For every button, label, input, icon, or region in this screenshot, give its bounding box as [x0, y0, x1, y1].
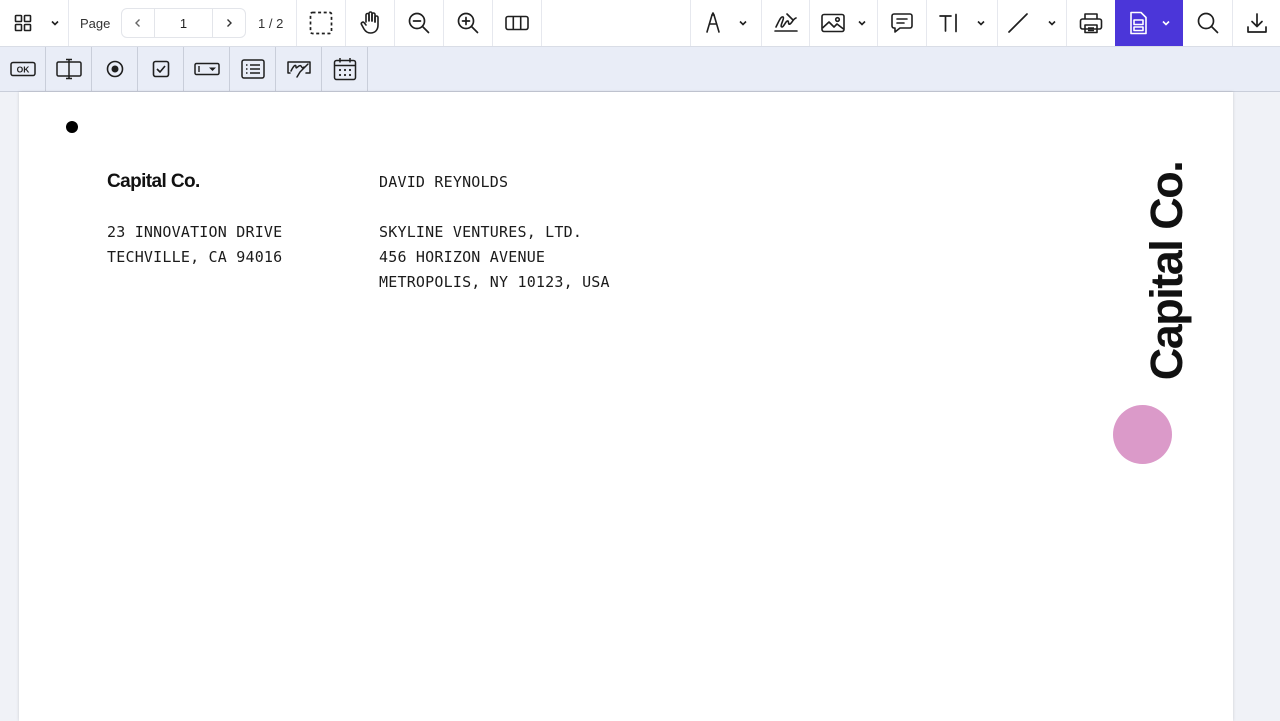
chevron-left-icon: [135, 19, 140, 27]
previous-page-button[interactable]: [121, 8, 155, 38]
checkbox-tool[interactable]: [138, 47, 184, 91]
signature-button[interactable]: [762, 0, 809, 46]
grid-view-icon: [14, 14, 32, 32]
form-edit-icon: [1129, 11, 1147, 35]
text-field-tool[interactable]: [46, 47, 92, 91]
main-toolbar: Page 1 / 2: [0, 0, 1280, 47]
date-field-tool[interactable]: [322, 47, 368, 91]
bullet-marker: [66, 121, 78, 133]
dropdown-field-tool[interactable]: [184, 47, 230, 91]
two-page-view-button[interactable]: [493, 0, 541, 46]
page-count: 1 / 2: [258, 16, 284, 31]
search-icon: [1197, 12, 1219, 34]
page-number-input[interactable]: [155, 8, 212, 38]
recipient-name: DAVID REYNOLDS: [379, 173, 509, 191]
date-field-icon: [333, 58, 356, 81]
comment-button[interactable]: [878, 0, 926, 46]
recipient-company: SKYLINE VENTURES, LTD.: [379, 223, 583, 241]
dropdown-field-icon: [193, 62, 220, 76]
text-field-icon: [55, 58, 82, 80]
zoom-in-button[interactable]: [444, 0, 492, 46]
next-page-button[interactable]: [212, 8, 246, 38]
text-tool-icon: [939, 13, 957, 33]
zoom-out-icon: [408, 12, 430, 34]
button-field-icon: OK: [9, 61, 36, 77]
radio-button-icon: [106, 60, 123, 78]
image-icon: [820, 13, 845, 33]
search-button[interactable]: [1184, 0, 1232, 46]
chevron-down-icon: [51, 20, 59, 26]
chevron-down-icon: [739, 20, 747, 26]
line-tool-button[interactable]: [998, 0, 1066, 46]
form-field-toolbar: OK: [0, 47, 1280, 92]
two-page-view-icon: [505, 15, 529, 31]
button-field-label: OK: [16, 64, 30, 74]
grid-view-button[interactable]: [4, 0, 42, 46]
print-button[interactable]: [1067, 0, 1114, 46]
sender-address-line1: 23 INNOVATION DRIVE: [107, 223, 283, 241]
recipient-address-line1: 456 HORIZON AVENUE: [379, 248, 546, 266]
chevron-down-icon: [977, 20, 985, 26]
chevron-down-icon: [1048, 20, 1056, 26]
radio-button-tool[interactable]: [92, 47, 138, 91]
pen-draw-button[interactable]: [691, 0, 761, 46]
print-icon: [1079, 13, 1102, 34]
hand-pan-icon: [360, 11, 379, 34]
download-button[interactable]: [1233, 0, 1280, 46]
signature-field-tool[interactable]: [276, 47, 322, 91]
brand-accent-dot: [1113, 405, 1172, 464]
image-button[interactable]: [810, 0, 877, 46]
chevron-down-icon: [1161, 20, 1170, 26]
signature-icon: [773, 13, 798, 32]
hand-pan-button[interactable]: [346, 0, 394, 46]
list-box-tool[interactable]: [230, 47, 276, 91]
chevron-down-icon: [857, 20, 866, 26]
toolbar-divider: [68, 0, 69, 46]
vertical-brand-logo-text: Capital Co.: [1141, 161, 1192, 381]
view-options-dropdown[interactable]: [44, 0, 66, 46]
pen-draw-icon: [706, 12, 720, 33]
marquee-select-icon: [309, 11, 333, 35]
list-box-icon: [240, 59, 265, 79]
zoom-in-icon: [457, 12, 479, 34]
document-page: Capital Co. 23 INNOVATION DRIVE TECHVILL…: [19, 92, 1233, 721]
sender-company-logo: Capital Co.: [107, 171, 200, 192]
vertical-brand-logo: Capital Co.: [1141, 154, 1192, 388]
button-field-tool[interactable]: OK: [0, 47, 46, 91]
download-icon: [1246, 13, 1267, 33]
form-edit-button[interactable]: [1115, 0, 1183, 46]
line-tool-icon: [1008, 13, 1028, 33]
comment-icon: [891, 13, 913, 33]
sender-address-line2: TECHVILLE, CA 94016: [107, 248, 283, 266]
text-tool-button[interactable]: [927, 0, 997, 46]
chevron-right-icon: [227, 19, 232, 27]
toolbar-divider: [541, 0, 542, 46]
zoom-out-button[interactable]: [395, 0, 443, 46]
marquee-select-button[interactable]: [297, 0, 345, 46]
recipient-address-line2: METROPOLIS, NY 10123, USA: [379, 273, 610, 291]
checkbox-icon: [152, 60, 169, 78]
signature-field-icon: [286, 61, 311, 78]
page-label: Page: [80, 16, 111, 31]
